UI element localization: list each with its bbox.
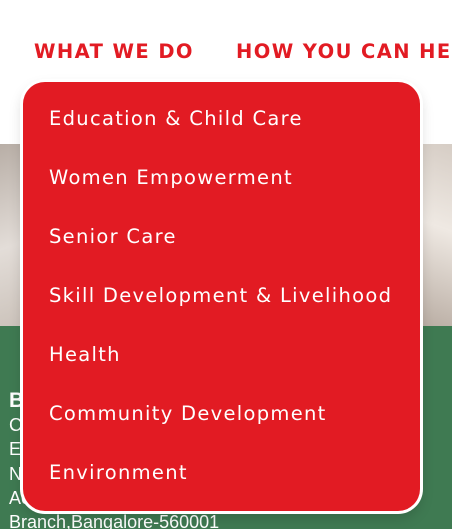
what-we-do-dropdown-menu: Education & Child Care Women Empowerment…	[23, 82, 420, 511]
menu-item-health[interactable]: Health	[49, 343, 121, 366]
menu-item-environment[interactable]: Environment	[49, 461, 188, 484]
nav-how-you-can-help[interactable]: HOW YOU CAN HEL	[236, 40, 452, 63]
footer-address-line: C	[9, 415, 22, 435]
footer-address-line: N	[9, 464, 22, 484]
menu-item-senior-care[interactable]: Senior Care	[49, 225, 177, 248]
footer-address-line: E	[9, 439, 22, 459]
menu-item-education-child-care[interactable]: Education & Child Care	[49, 107, 303, 130]
menu-item-skill-development-livelihood[interactable]: Skill Development & Livelihood	[49, 284, 392, 307]
hero-image-right-edge	[418, 144, 452, 326]
nav-what-we-do[interactable]: WHAT WE DO	[34, 40, 194, 63]
menu-item-women-empowerment[interactable]: Women Empowerment	[49, 166, 293, 189]
footer-heading: B	[9, 389, 25, 412]
menu-item-community-development[interactable]: Community Development	[49, 402, 327, 425]
footer-address-line: Branch,Bangalore-560001	[9, 512, 220, 529]
